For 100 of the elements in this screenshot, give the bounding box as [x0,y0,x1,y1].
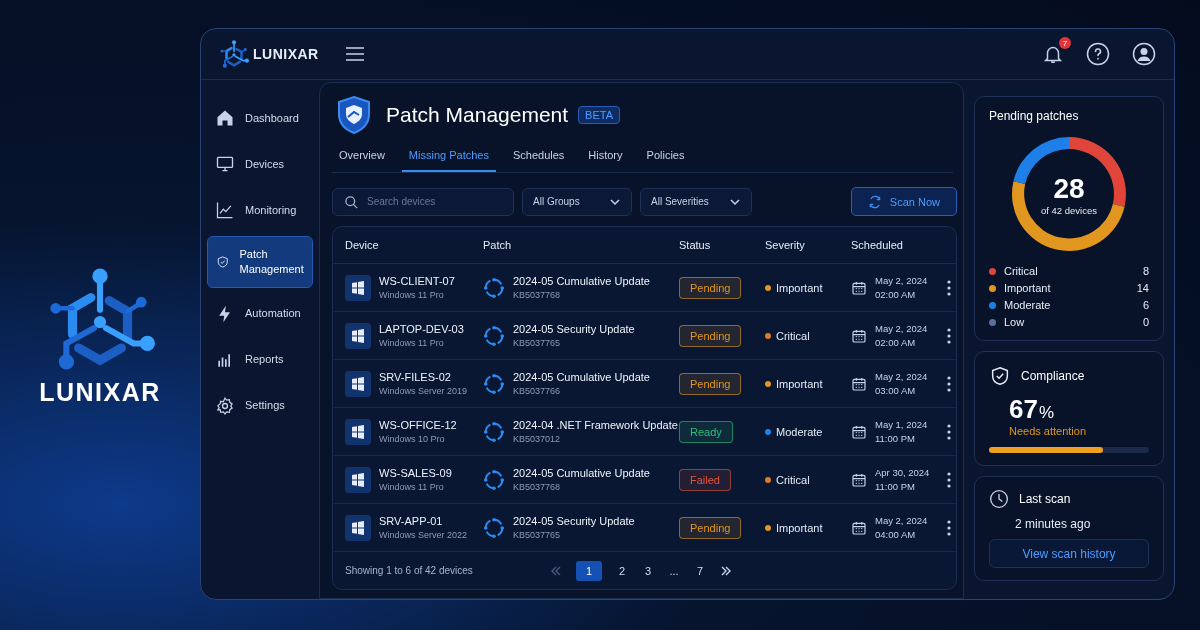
tab[interactable]: Policies [639,143,692,172]
os-name: Windows 11 Pro [379,290,445,300]
card-title: Pending patches [989,109,1080,123]
scheduled-time: 03:00 AM [875,385,917,396]
sidebar-item[interactable]: Devices [207,144,313,184]
sidebar-item[interactable]: Patch Management [207,236,313,288]
severity-label: Moderate [776,425,823,438]
update-icon [483,324,505,347]
patch-name: 2024-04 .NET Framework Update [513,419,678,431]
search-icon [344,194,359,210]
brand-name: LUNIXAR [39,377,161,407]
patch-name: 2024-05 Cumulative Update [513,467,650,479]
scheduled-date: May 2, 2024 [875,323,928,334]
scheduled-time: 02:00 AM [875,289,917,300]
update-icon [483,516,505,539]
status-badge: Pending [679,276,742,299]
update-icon [483,468,505,491]
line-chart-icon [215,200,235,220]
sidebar-item[interactable]: Automation [207,293,313,334]
sidebar-item[interactable]: Dashboard [207,98,313,138]
calendar-icon [851,471,867,488]
calendar-icon [851,375,867,392]
tab[interactable]: History [581,143,630,172]
card-title: Last scan [1019,492,1071,506]
more-options-icon[interactable] [947,423,951,440]
sidebar-item[interactable]: Reports [207,339,313,380]
calendar-icon [851,279,867,296]
severity-dropdown[interactable]: All Severities [640,187,752,216]
monitor-icon [215,154,235,174]
menu-icon[interactable] [344,46,365,62]
kb-number: KB5037765 [513,530,562,540]
windows-icon [345,322,371,349]
os-name: Windows 11 Pro [379,338,445,348]
next-page-icon[interactable] [720,564,732,577]
page-button[interactable]: 3 [642,564,654,577]
page-button[interactable]: 7 [694,564,706,577]
kb-number: KB5037766 [513,386,562,396]
update-icon [483,372,505,395]
device-name: WS-CLIENT-07 [379,275,455,287]
clock-icon [989,489,1009,509]
status-badge: Pending [679,324,742,347]
legend-count: 0 [1142,316,1149,328]
view-scan-history-button[interactable]: View scan history [989,539,1149,568]
kb-number: KB5037765 [513,338,562,348]
previous-page-icon[interactable] [550,564,562,577]
update-icon [483,276,505,299]
legend-count: 8 [1142,265,1149,277]
page-button[interactable]: ... [668,564,680,577]
windows-icon [345,514,371,541]
column-header: Severity [765,239,806,251]
windows-icon [345,418,371,445]
device-name: WS-OFFICE-12 [379,419,457,431]
scan-now-button[interactable]: Scan Now [850,187,957,216]
more-options-icon[interactable] [947,471,951,488]
column-header: Status [679,239,712,251]
home-icon [215,108,235,128]
more-options-icon[interactable] [947,327,951,344]
help-icon[interactable] [1086,42,1110,66]
user-avatar-icon[interactable] [1132,42,1156,66]
calendar-icon [851,519,867,536]
os-name: Windows Server 2022 [379,530,468,540]
status-badge: Pending [679,516,742,539]
windows-icon [345,370,371,397]
column-header: Device [345,239,380,251]
update-icon [483,420,505,443]
kb-number: KB5037768 [513,290,562,300]
os-name: Windows Server 2019 [379,386,468,396]
severity-label: Important [776,521,823,534]
patch-name: 2024-05 Security Update [513,323,635,335]
logo-text: LUNIXAR [253,46,319,62]
sidebar-item[interactable]: Settings [207,385,313,426]
more-options-icon[interactable] [947,519,951,536]
more-options-icon[interactable] [947,375,951,392]
kb-number: KB5037768 [513,482,562,492]
scheduled-time: 11:00 PM [875,433,916,444]
group-dropdown[interactable]: All Groups [522,187,632,216]
patch-name: 2024-05 Security Update [513,515,635,527]
more-options-icon[interactable] [947,279,951,296]
legend-count: 6 [1142,299,1149,311]
patch-name: 2024-05 Cumulative Update [513,275,650,287]
scheduled-date: Apr 30, 2024 [875,467,930,478]
search-field[interactable]: Search devices [332,187,514,216]
os-name: Windows 11 Pro [379,482,445,492]
status-badge: Ready [679,420,733,443]
tab[interactable]: Overview [332,143,392,172]
calendar-icon [851,327,867,344]
card-title: Compliance [1021,369,1085,383]
status-badge: Failed [679,468,731,491]
sidebar-item[interactable]: Monitoring [207,190,313,230]
gear-icon [215,395,235,416]
os-name: Windows 10 Pro [379,434,446,444]
scheduled-time: 04:00 AM [875,529,917,540]
legend-label: Low [1004,316,1026,328]
percent-sign: % [1038,403,1055,422]
page-button[interactable]: 1 [576,560,602,581]
scheduled-date: May 2, 2024 [875,515,928,526]
tab[interactable]: Missing Patches [401,143,496,172]
tab[interactable]: Schedules [505,143,572,172]
page-button[interactable]: 2 [616,564,628,577]
compliance-status: Needs attention [1009,425,1088,437]
